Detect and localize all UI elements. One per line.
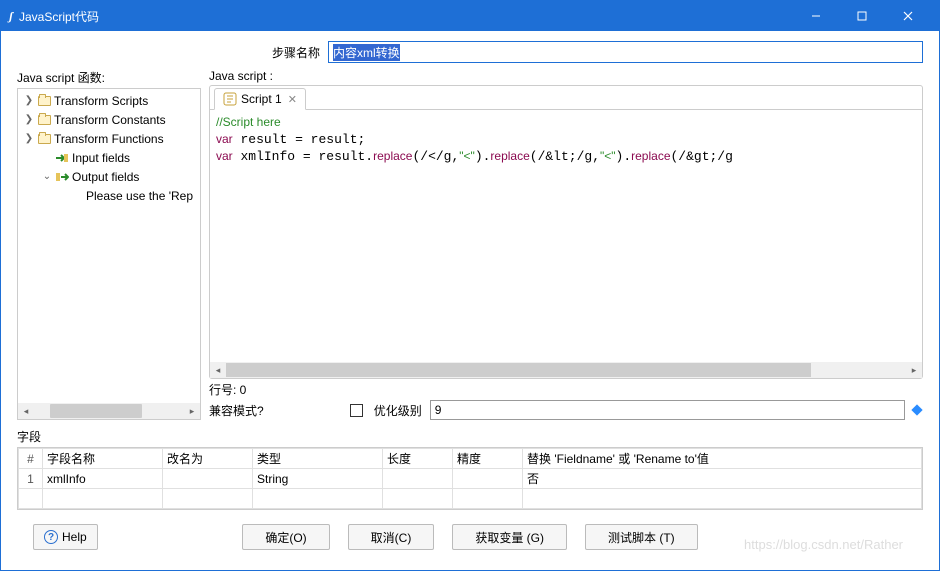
editor-frame: Script 1 ✕ //Script here var result = re…: [209, 85, 923, 379]
line-number-label: 行号: 0: [209, 381, 246, 398]
functions-tree[interactable]: ❯Transform Scripts❯Transform Constants❯T…: [17, 88, 201, 420]
scroll-right-icon[interactable]: ▸: [184, 403, 200, 419]
dialog-window: ʃ JavaScript代码 步骤名称 Java script 函数: ❯Tra…: [0, 0, 940, 571]
tree-item[interactable]: ❯Transform Functions: [18, 129, 200, 148]
close-button[interactable]: [885, 1, 931, 31]
ok-button[interactable]: 确定(O): [242, 524, 329, 550]
col-header[interactable]: 类型: [253, 449, 383, 469]
step-name-input[interactable]: [328, 41, 923, 63]
help-label: Help: [62, 530, 87, 544]
col-header[interactable]: 替换 'Fieldname' 或 'Rename to'值: [523, 449, 922, 469]
help-button[interactable]: ? Help: [33, 524, 98, 550]
editor-hscrollbar[interactable]: ◂ ▸: [210, 362, 922, 378]
scroll-left-icon[interactable]: ◂: [18, 403, 34, 419]
watermark: https://blog.csdn.net/Rather: [744, 537, 903, 552]
fields-grid[interactable]: #字段名称改名为类型长度精度替换 'Fieldname' 或 'Rename t…: [17, 447, 923, 510]
code-editor[interactable]: //Script here var result = result; var x…: [210, 110, 922, 362]
compat-label: 兼容模式?: [209, 402, 264, 419]
tree-item[interactable]: ❯Transform Scripts: [18, 91, 200, 110]
col-header[interactable]: 改名为: [163, 449, 253, 469]
fields-section: 字段 #字段名称改名为类型长度精度替换 'Fieldname' 或 'Renam…: [17, 428, 923, 510]
script-pane: Java script : Script 1 ✕ //Script here v…: [209, 69, 923, 420]
table-row[interactable]: [19, 489, 922, 509]
line-number-row: 行号: 0: [209, 381, 923, 398]
cancel-button[interactable]: 取消(C): [348, 524, 435, 550]
functions-label: Java script 函数:: [17, 69, 201, 86]
editor-tabbar: Script 1 ✕: [210, 86, 922, 110]
tab-close-icon[interactable]: ✕: [288, 93, 297, 106]
tree-hscrollbar[interactable]: ◂ ▸: [18, 403, 200, 419]
spinner-icon[interactable]: [911, 404, 922, 415]
output-field-icon: [54, 170, 70, 184]
step-name-row: 步骤名称: [272, 41, 923, 63]
table-row[interactable]: 1xmlInfoString否: [19, 469, 922, 489]
app-icon: ʃ: [9, 9, 13, 24]
compat-row: 兼容模式? 优化级别: [209, 400, 923, 420]
fields-label: 字段: [17, 428, 923, 445]
opt-label: 优化级别: [374, 402, 422, 419]
minimize-button[interactable]: [793, 1, 839, 31]
button-bar: ? Help 确定(O) 取消(C) 获取变量 (G) 测试脚本 (T) htt…: [17, 510, 923, 562]
tree-item[interactable]: ❯Transform Constants: [18, 110, 200, 129]
test-script-button[interactable]: 测试脚本 (T): [585, 524, 698, 550]
tab-label: Script 1: [241, 92, 282, 106]
script-label: Java script :: [209, 69, 923, 83]
dialog-content: 步骤名称 Java script 函数: ❯Transform Scripts❯…: [1, 31, 939, 570]
folder-icon: [36, 113, 52, 127]
tree-item[interactable]: ⌄Output fields: [18, 167, 200, 186]
scroll-left-icon[interactable]: ◂: [210, 362, 226, 378]
folder-icon: [36, 132, 52, 146]
col-header[interactable]: 长度: [383, 449, 453, 469]
scroll-right-icon[interactable]: ▸: [906, 362, 922, 378]
maximize-button[interactable]: [839, 1, 885, 31]
window-title: JavaScript代码: [19, 8, 793, 25]
col-header[interactable]: 精度: [453, 449, 523, 469]
middle-panes: Java script 函数: ❯Transform Scripts❯Trans…: [17, 69, 923, 420]
tree-item[interactable]: Input fields: [18, 148, 200, 167]
functions-pane: Java script 函数: ❯Transform Scripts❯Trans…: [17, 69, 201, 420]
tree-scrollbar-thumb[interactable]: [50, 404, 142, 418]
script-icon: [223, 92, 237, 106]
step-name-label: 步骤名称: [272, 44, 320, 61]
folder-icon: [36, 94, 52, 108]
compat-checkbox[interactable]: [350, 404, 363, 417]
opt-level-input[interactable]: [430, 400, 905, 420]
col-header[interactable]: 字段名称: [43, 449, 163, 469]
col-header[interactable]: #: [19, 449, 43, 469]
get-variable-button[interactable]: 获取变量 (G): [452, 524, 567, 550]
input-field-icon: [54, 151, 70, 165]
title-bar[interactable]: ʃ JavaScript代码: [1, 1, 939, 31]
editor-scrollbar-thumb[interactable]: [226, 363, 811, 377]
window-controls: [793, 1, 931, 31]
tab-script-1[interactable]: Script 1 ✕: [214, 88, 306, 110]
help-icon: ?: [44, 530, 58, 544]
tree-item[interactable]: Please use the 'Rep: [18, 186, 200, 205]
